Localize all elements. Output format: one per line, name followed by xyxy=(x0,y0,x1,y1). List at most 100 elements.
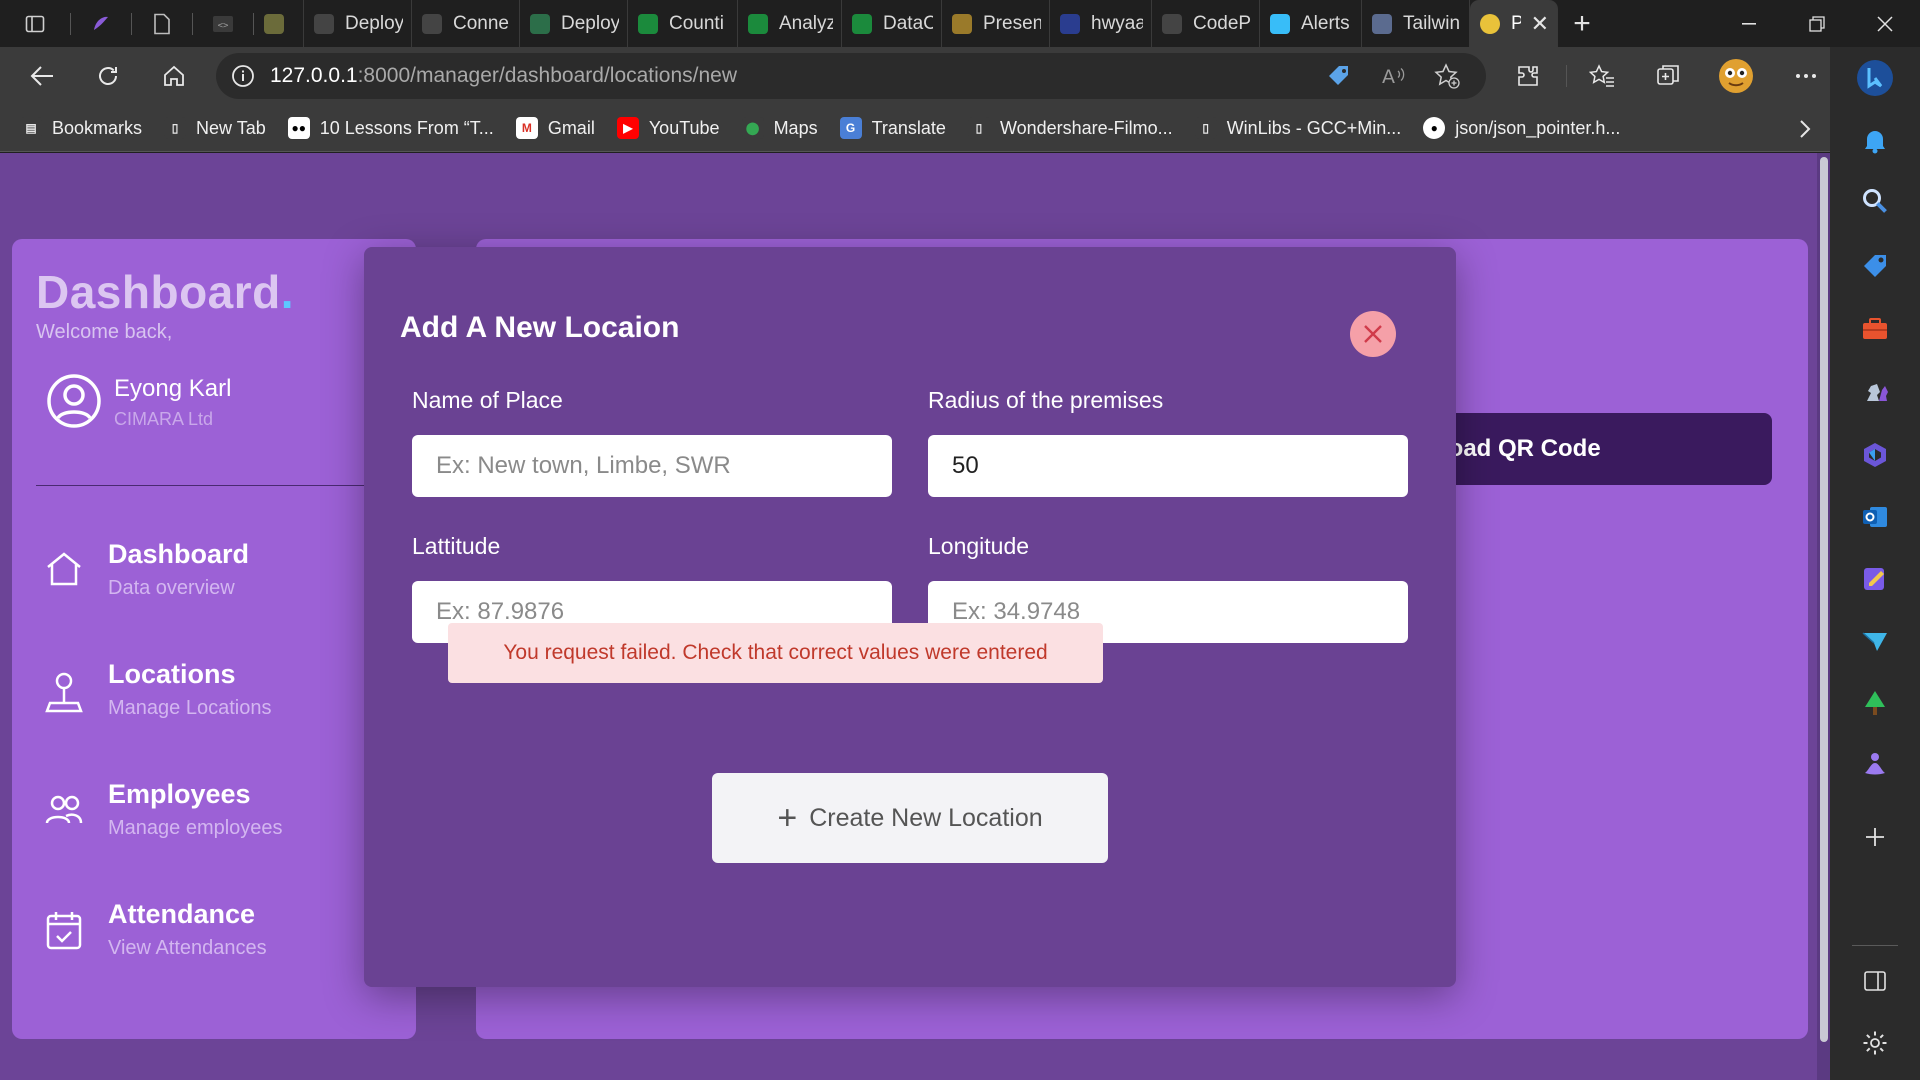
address-bar[interactable]: 127.0.0.1:8000/manager/dashboard/locatio… xyxy=(216,53,1486,99)
create-location-label: Create New Location xyxy=(809,803,1043,832)
meditation-icon[interactable] xyxy=(1830,745,1920,785)
bookmark-label: Gmail xyxy=(547,117,595,138)
create-location-button[interactable]: + Create New Location xyxy=(712,773,1108,863)
read-aloud-icon[interactable]: A xyxy=(1370,53,1416,99)
tab[interactable]: Analyz xyxy=(738,0,842,47)
svg-text:<>: <> xyxy=(218,21,229,31)
close-window-button[interactable] xyxy=(1850,0,1920,47)
tab-actions-icon[interactable] xyxy=(0,0,70,47)
shopping-tag-icon[interactable] xyxy=(1830,245,1920,285)
bookmark-item[interactable]: ▯ WinLibs - GCC+Min... xyxy=(1194,117,1401,139)
tab[interactable]: hwyaa xyxy=(1050,0,1152,47)
restore-button[interactable] xyxy=(1782,0,1852,47)
bookmark-item[interactable]: ▶ YouTube xyxy=(616,117,720,139)
welcome-text: Welcome back, xyxy=(36,321,173,343)
bookmark-item[interactable]: ▤ Bookmarks xyxy=(20,117,142,139)
edge-sidebar xyxy=(1830,47,1920,1080)
add-favorite-icon[interactable] xyxy=(1424,53,1470,99)
bookmark-label: Bookmarks xyxy=(52,117,143,138)
bookmark-label: 10 Lessons From “T... xyxy=(319,117,494,138)
sidebar-item-label: Locations xyxy=(108,659,236,689)
tab[interactable]: Deploy xyxy=(520,0,628,47)
outlook-icon[interactable] xyxy=(1830,497,1920,537)
sidebar-item-label: Employees xyxy=(108,779,251,809)
home-button[interactable] xyxy=(146,47,202,105)
tab[interactable]: Alerts xyxy=(1260,0,1362,47)
profile-avatar[interactable] xyxy=(1708,47,1764,105)
tab[interactable]: Presen xyxy=(942,0,1050,47)
bookmark-item[interactable]: G Translate xyxy=(839,117,946,139)
name-of-place-input[interactable] xyxy=(412,435,892,497)
extensions-icon[interactable] xyxy=(1500,47,1556,105)
tab[interactable]: Tailwin xyxy=(1362,0,1470,47)
sidebar-divider xyxy=(36,485,406,486)
favorites-icon[interactable] xyxy=(1574,47,1630,105)
tab[interactable]: Counti xyxy=(628,0,738,47)
bookmark-item[interactable]: ●● 10 Lessons From “T... xyxy=(287,117,494,139)
workspace-icon[interactable] xyxy=(71,0,131,47)
sidebar-item-label: Dashboard xyxy=(108,539,250,569)
microsoft-365-icon[interactable] xyxy=(1830,435,1920,475)
more-menu-icon[interactable] xyxy=(1778,47,1834,105)
settings-gear-icon[interactable] xyxy=(1830,1023,1920,1063)
bookmark-item[interactable]: M Gmail xyxy=(515,117,595,139)
maps-icon: ⬤ xyxy=(741,117,764,139)
bookmark-label: Wondershare-Filmo... xyxy=(999,117,1173,138)
tree-icon[interactable] xyxy=(1830,683,1920,723)
tab[interactable]: DataC xyxy=(842,0,942,47)
tab[interactable]: Conne xyxy=(412,0,520,47)
copilot-icon[interactable] xyxy=(1830,55,1920,101)
url-path: :8000/manager/dashboard/locations/new xyxy=(357,64,738,87)
coupon-tag-icon[interactable] xyxy=(1316,53,1362,99)
send-plane-icon[interactable] xyxy=(1830,621,1920,661)
translate-icon: G xyxy=(839,117,862,139)
scrollbar-thumb[interactable] xyxy=(1820,157,1828,1042)
tab-title: Alerts xyxy=(1301,12,1350,34)
tab[interactable]: Deploy xyxy=(304,0,412,47)
tab[interactable]: CodeP xyxy=(1152,0,1260,47)
radius-label: Radius of the premises xyxy=(928,387,1164,413)
chevron-right-icon[interactable] xyxy=(1782,105,1828,152)
hide-sidebar-icon[interactable] xyxy=(1830,961,1920,1001)
user-avatar-icon xyxy=(46,373,102,429)
dataflow-icon xyxy=(852,13,872,34)
sidebar-item-attendance[interactable]: Attendance View Attendances xyxy=(44,899,384,969)
back-button[interactable] xyxy=(14,47,70,105)
close-tab-icon[interactable]: ✕ xyxy=(1531,11,1549,37)
bookmark-label: Maps xyxy=(773,117,818,138)
site-info-icon[interactable] xyxy=(216,64,270,88)
github-icon: ● xyxy=(1423,117,1446,139)
dataflow-icon xyxy=(748,13,768,34)
chip-icon xyxy=(530,13,550,34)
games-chess-icon[interactable] xyxy=(1830,371,1920,411)
tab-title: Presen xyxy=(983,12,1041,34)
pinned-page-icon[interactable] xyxy=(132,0,192,47)
add-sidebar-app-icon[interactable] xyxy=(1830,817,1920,857)
notification-bell-icon[interactable] xyxy=(1830,121,1920,161)
minimize-button[interactable] xyxy=(1714,0,1784,47)
bookmark-item[interactable]: ● json/json_pointer.h... xyxy=(1423,117,1620,139)
sidebar-item-locations[interactable]: Locations Manage Locations xyxy=(44,659,384,729)
refresh-button[interactable] xyxy=(80,47,136,105)
circle-c-icon xyxy=(264,13,284,34)
radius-input[interactable] xyxy=(928,435,1408,497)
new-tab-button[interactable]: + xyxy=(1558,7,1606,41)
tab-strip: <> Deploy Conne Deploy Counti Analyz DataC Pre… xyxy=(0,0,1920,47)
page-icon: ▯ xyxy=(967,117,990,139)
sidebar-item-employees[interactable]: Employees Manage employees xyxy=(44,779,384,849)
designer-icon[interactable] xyxy=(1830,559,1920,599)
tab-active[interactable]: Pr ✕ xyxy=(1470,0,1558,47)
bookmark-item[interactable]: ⬤ Maps xyxy=(741,117,818,139)
collections-icon[interactable] xyxy=(1640,47,1696,105)
tab[interactable] xyxy=(254,0,304,47)
bookmark-item[interactable]: ▯ New Tab xyxy=(164,117,266,139)
sidebar-item-dashboard[interactable]: Dashboard Data overview xyxy=(44,539,384,609)
search-icon[interactable] xyxy=(1830,181,1920,221)
tools-briefcase-icon[interactable] xyxy=(1830,309,1920,349)
pinned-code-icon[interactable]: <> xyxy=(193,0,253,47)
page-icon: ▯ xyxy=(1194,117,1217,139)
close-icon[interactable] xyxy=(1350,311,1396,357)
bookmark-item[interactable]: ▯ Wondershare-Filmo... xyxy=(967,117,1173,139)
t-icon xyxy=(1372,13,1392,34)
brand-title-text: Dashboard xyxy=(36,266,281,318)
